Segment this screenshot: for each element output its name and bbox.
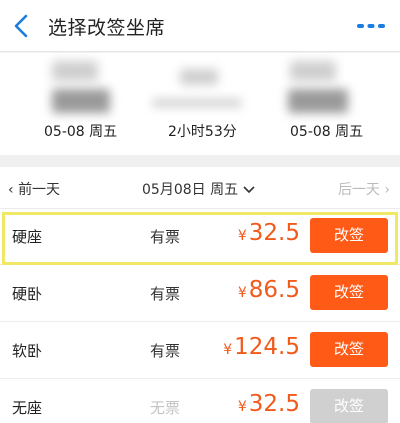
train-number-blurred [180,69,218,85]
next-day-button[interactable]: 后一天 › [338,179,390,199]
next-day-label: 后一天 [337,182,380,198]
section-divider [0,155,400,167]
previous-day-label: 前一天 [18,182,61,198]
seat-row-hard-sleeper[interactable]: 硬卧 有票 ¥86.5 改签 [0,266,400,322]
train-arrow-blurred [152,99,242,107]
departure-date: 05-08 周五 [44,124,118,140]
change-ticket-button[interactable]: 改签 [310,332,388,367]
seat-type: 硬座 [12,228,43,246]
price-value: 32.5 [248,391,300,417]
seat-price: ¥32.5 [238,220,300,246]
chevron-right-icon: › [384,182,390,198]
seat-type: 软卧 [12,342,43,360]
arrival-station-blurred [290,61,336,81]
change-seat-page: 选择改签坐席 05-08 周五 2小时53分 05-08 周五 ‹ 前一天 05… [0,0,400,423]
ticket-availability: 有票 [150,342,181,360]
date-selector-bar: ‹ 前一天 05月08日 周五 后一天 › [0,167,400,209]
price-value: 32.5 [248,220,300,246]
seat-price: ¥86.5 [238,277,300,303]
departure-station-blurred [52,61,98,81]
change-ticket-button[interactable]: 改签 [310,218,388,253]
chevron-left-icon: ‹ [8,182,14,198]
currency-symbol: ¥ [223,342,233,358]
back-button[interactable] [6,10,38,42]
ticket-availability: 无票 [150,399,181,417]
previous-day-button[interactable]: ‹ 前一天 [8,179,60,199]
currency-symbol: ¥ [237,228,247,244]
chevron-left-icon [14,14,28,38]
price-value: 86.5 [248,277,300,303]
header-bar: 选择改签坐席 [0,0,400,52]
seat-row-standing[interactable]: 无座 无票 ¥32.5 改签 [0,380,400,423]
seat-type: 无座 [12,399,43,417]
ticket-availability: 有票 [150,228,181,246]
more-button[interactable] [356,18,386,32]
current-date-label: 05月08日 周五 [142,182,239,198]
ticket-availability: 有票 [150,285,181,303]
page-title: 选择改签坐席 [48,17,166,39]
arrival-time-blurred [288,89,348,113]
seat-row-soft-sleeper[interactable]: 软卧 有票 ¥124.5 改签 [0,323,400,379]
current-date-dropdown[interactable]: 05月08日 周五 [142,179,255,199]
seat-row-hard-seat[interactable]: 硬座 有票 ¥32.5 改签 [0,209,400,265]
change-ticket-button-disabled: 改签 [310,389,388,423]
currency-symbol: ¥ [237,399,247,415]
seat-list: 硬座 有票 ¥32.5 改签 硬卧 有票 ¥86.5 改签 软卧 有票 ¥124… [0,209,400,423]
currency-symbol: ¥ [237,285,247,301]
seat-type: 硬卧 [12,285,43,303]
price-value: 124.5 [234,334,300,360]
arrival-date: 05-08 周五 [290,124,364,140]
change-ticket-button[interactable]: 改签 [310,275,388,310]
trip-duration: 2小时53分 [168,124,237,140]
departure-time-blurred [52,89,110,113]
more-dots-icon [357,24,385,28]
seat-price: ¥124.5 [223,334,300,360]
chevron-down-icon [242,186,255,194]
seat-price: ¥32.5 [238,391,300,417]
train-info-card: 05-08 周五 2小时53分 05-08 周五 [0,53,400,155]
